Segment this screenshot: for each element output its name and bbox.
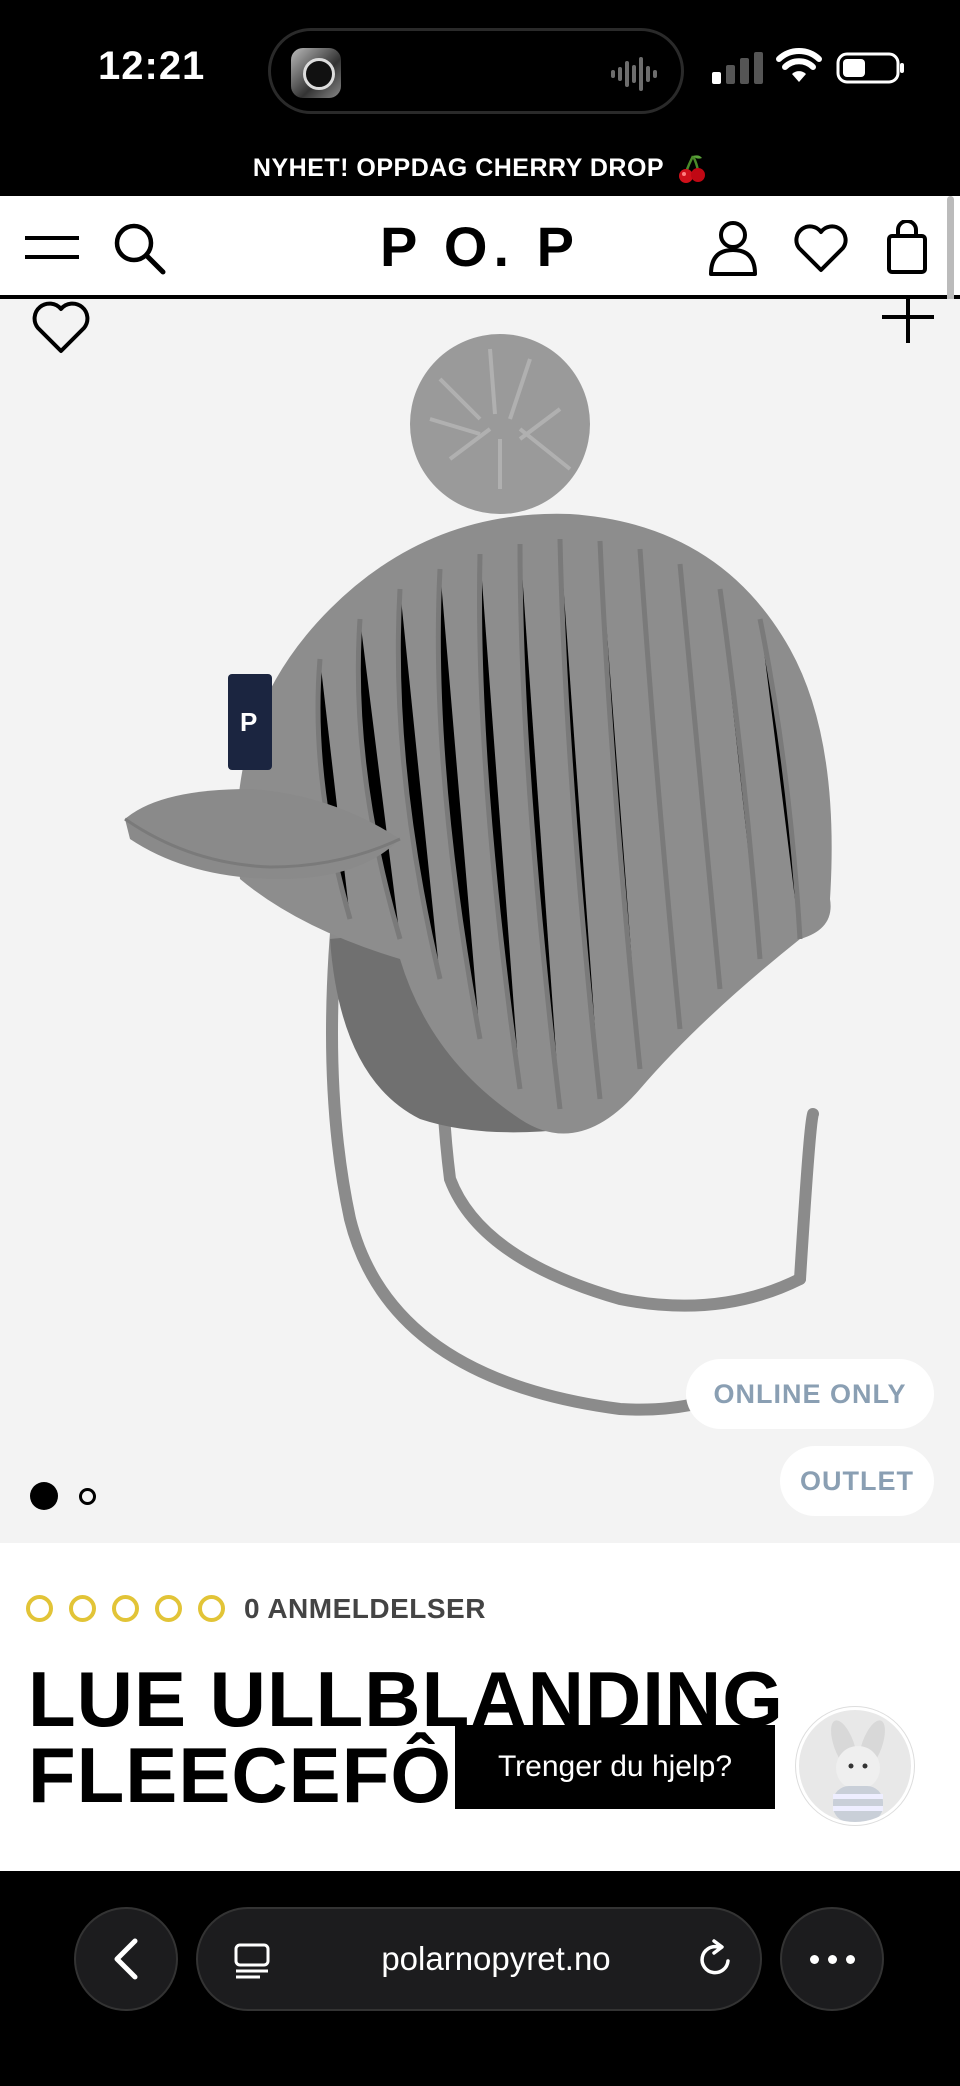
tab-overview-icon[interactable] <box>232 1941 272 1981</box>
gallery-dot-active[interactable] <box>30 1482 58 1510</box>
more-dot <box>845 1954 855 1964</box>
product-image-wool-hat: P <box>124 334 832 1416</box>
browser-more-button[interactable] <box>780 1907 884 2011</box>
wifi-icon <box>776 48 822 82</box>
wishlist-heart-icon[interactable] <box>792 220 850 276</box>
promo-banner[interactable]: NYHET! OPPDAG CHERRY DROP <box>0 140 960 196</box>
product-gallery[interactable]: P ONLINE ONLY OUTLET <box>0 299 960 1543</box>
reload-icon[interactable] <box>696 1939 736 1979</box>
shopping-bag-icon[interactable] <box>878 220 936 276</box>
search-icon[interactable] <box>110 220 168 276</box>
browser-back-button[interactable] <box>74 1907 178 2011</box>
product-title-line-2: FLEECEFÔR <box>28 1731 510 1819</box>
address-bar[interactable]: polarnopyret.no <box>196 1907 762 2011</box>
rating-star-icon <box>112 1595 139 1622</box>
status-bar: 12:21 <box>0 0 960 140</box>
cellular-signal-icon <box>712 52 763 84</box>
more-dot <box>827 1954 837 1964</box>
site-logo[interactable]: P O. P <box>380 214 580 278</box>
chevron-left-icon <box>114 1938 138 1980</box>
gallery-dot[interactable] <box>79 1488 96 1505</box>
rating-star-icon <box>26 1595 53 1622</box>
browser-toolbar: polarnopyret.no <box>0 1871 960 2086</box>
chat-assistant-avatar[interactable] <box>796 1707 914 1825</box>
promo-text: NYHET! OPPDAG CHERRY DROP <box>252 154 664 182</box>
zoom-plus-icon[interactable] <box>878 299 938 347</box>
rating-star-icon <box>198 1595 225 1622</box>
cherry-icon <box>679 155 706 184</box>
online-only-badge: ONLINE ONLY <box>686 1359 934 1429</box>
more-dot <box>809 1954 819 1964</box>
rating-star-icon <box>69 1595 96 1622</box>
svg-text:P: P <box>240 707 257 737</box>
dynamic-island <box>268 28 684 114</box>
now-playing-artwork-icon <box>291 48 341 98</box>
account-icon[interactable] <box>704 220 762 276</box>
chat-help-button[interactable]: Trenger du hjelp? <box>455 1725 775 1809</box>
menu-icon[interactable] <box>24 220 82 276</box>
site-header: P O. P <box>0 196 960 298</box>
rating-stars[interactable] <box>26 1595 225 1622</box>
audio-wave-icon <box>611 57 657 91</box>
outlet-badge: OUTLET <box>780 1446 934 1516</box>
rating-star-icon <box>155 1595 182 1622</box>
reviews-count-link[interactable]: 0 ANMELDELSER <box>244 1593 486 1625</box>
url-text[interactable]: polarnopyret.no <box>346 1909 646 2009</box>
status-time: 12:21 <box>98 44 206 88</box>
battery-icon <box>836 52 904 84</box>
product-info: 0 ANMELDELSER LUE ULLBLANDING FLEECEFÔR … <box>0 1543 960 1871</box>
add-to-wishlist-heart-icon[interactable] <box>32 299 90 355</box>
